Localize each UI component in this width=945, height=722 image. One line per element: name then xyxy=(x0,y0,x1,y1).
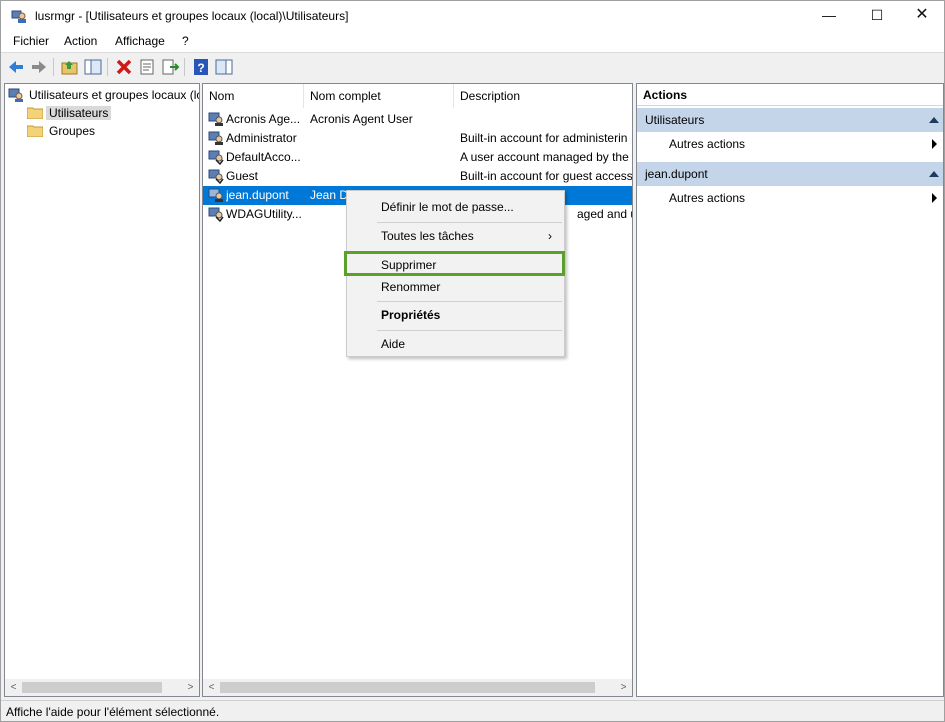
status-bar: Affiche l'aide pour l'élément sélectionn… xyxy=(1,700,944,721)
user-account-icon xyxy=(208,112,223,126)
action-group-label: Utilisateurs xyxy=(645,113,705,127)
user-account-icon xyxy=(208,188,223,202)
cell-name: Administrator xyxy=(226,131,297,145)
cell-description: aged and us xyxy=(577,207,632,221)
toolbar: ? xyxy=(1,52,944,81)
menu-separator xyxy=(377,222,562,223)
cell-name: DefaultAcco... xyxy=(226,150,301,164)
table-row[interactable]: Acronis Age... Acronis Agent User xyxy=(203,110,632,129)
svg-text:?: ? xyxy=(197,61,204,75)
users-app-icon xyxy=(11,10,26,23)
action-group-jean-dupont[interactable]: jean.dupont xyxy=(637,162,943,186)
title-bar: lusrmgr - [Utilisateurs et groupes locau… xyxy=(1,1,944,31)
cell-description: Built-in account for administerin xyxy=(460,131,628,145)
collapse-icon[interactable] xyxy=(929,117,939,123)
column-nom[interactable]: Nom xyxy=(203,84,304,108)
submenu-arrow-icon xyxy=(932,139,937,149)
tree-item-groupes[interactable]: Groupes xyxy=(27,122,117,140)
scroll-thumb[interactable] xyxy=(220,682,595,693)
menu-fichier[interactable]: Fichier xyxy=(13,34,49,48)
menu-item-all-tasks[interactable]: Toutes les tâches › xyxy=(347,225,564,247)
action-group-utilisateurs[interactable]: Utilisateurs xyxy=(637,108,943,132)
action-group-label: jean.dupont xyxy=(645,167,708,181)
tree-item-utilisateurs[interactable]: Utilisateurs xyxy=(27,104,117,122)
actions-pane: Actions Utilisateurs Autres actions jean… xyxy=(636,83,944,697)
scroll-thumb[interactable] xyxy=(22,682,162,693)
delete-icon[interactable] xyxy=(114,57,134,77)
mmc-window: lusrmgr - [Utilisateurs et groupes locau… xyxy=(0,0,945,722)
cell-fullname: Acronis Agent User xyxy=(310,112,413,126)
scroll-left-icon[interactable]: < xyxy=(5,679,22,696)
scroll-left-icon[interactable]: < xyxy=(203,679,220,696)
window-title: lusrmgr - [Utilisateurs et groupes locau… xyxy=(35,9,349,23)
computer-users-icon xyxy=(8,88,23,102)
status-text: Affiche l'aide pour l'élément sélectionn… xyxy=(6,705,220,719)
forward-icon[interactable] xyxy=(29,57,49,77)
export-list-icon[interactable] xyxy=(160,57,180,77)
tree-horizontal-scrollbar[interactable]: < > xyxy=(5,679,199,696)
menu-separator xyxy=(377,301,562,302)
minimize-button[interactable]: — xyxy=(806,1,852,31)
tree-item-label: Groupes xyxy=(49,124,96,138)
tree-root[interactable]: Utilisateurs et groupes locaux (lo xyxy=(8,86,199,104)
submenu-arrow-icon xyxy=(932,193,937,203)
table-row[interactable]: Administrator Built-in account for admin… xyxy=(203,129,632,148)
toolbar-separator xyxy=(107,58,108,76)
menu-item-help[interactable]: Aide xyxy=(347,333,564,355)
collapse-icon[interactable] xyxy=(929,171,939,177)
scroll-right-icon[interactable]: > xyxy=(615,679,632,696)
cell-name: WDAGUtility... xyxy=(226,207,302,221)
toolbar-separator xyxy=(184,58,185,76)
disabled-user-icon xyxy=(208,150,224,165)
close-button[interactable]: ✕ xyxy=(899,1,945,31)
menu-item-set-password[interactable]: Définir le mot de passe... xyxy=(347,196,564,218)
submenu-chevron-icon: › xyxy=(548,229,552,243)
show-hide-tree-icon[interactable] xyxy=(83,57,103,77)
action-autres-actions[interactable]: Autres actions xyxy=(637,187,943,209)
up-folder-icon[interactable] xyxy=(60,57,80,77)
cell-name: Acronis Age... xyxy=(226,112,301,126)
menu-item-rename[interactable]: Renommer xyxy=(347,276,564,298)
back-icon[interactable] xyxy=(6,57,26,77)
scroll-right-icon[interactable]: > xyxy=(182,679,199,696)
column-description[interactable]: Description xyxy=(454,84,632,108)
cell-description: A user account managed by the xyxy=(460,150,629,164)
actions-title: Actions xyxy=(637,84,943,106)
folder-icon xyxy=(27,107,43,119)
disabled-user-icon xyxy=(208,207,224,222)
column-nom-complet[interactable]: Nom complet xyxy=(304,84,454,108)
action-pane-toggle-icon[interactable] xyxy=(214,57,234,77)
disabled-user-icon xyxy=(208,169,224,184)
menu-help[interactable]: ? xyxy=(182,34,189,48)
menu-affichage[interactable]: Affichage xyxy=(115,34,165,48)
menu-separator xyxy=(377,330,562,331)
action-item-label: Autres actions xyxy=(669,137,746,151)
properties-icon[interactable] xyxy=(137,57,157,77)
menu-action[interactable]: Action xyxy=(64,34,97,48)
toolbar-separator xyxy=(53,58,54,76)
console-tree: Utilisateurs et groupes locaux (lo Utili… xyxy=(4,83,200,697)
list-horizontal-scrollbar[interactable]: < > xyxy=(203,679,632,696)
delete-highlight-box xyxy=(344,251,565,276)
folder-icon xyxy=(27,125,43,137)
menu-bar: Fichier Action Affichage ? xyxy=(1,31,944,52)
help-icon[interactable]: ? xyxy=(191,57,211,77)
user-list: Nom Nom complet Description Acronis Age.… xyxy=(202,83,633,697)
menu-item-label: Toutes les tâches xyxy=(381,229,474,243)
cell-name: jean.dupont xyxy=(226,188,289,202)
tree-item-label: Utilisateurs xyxy=(46,106,112,120)
tree-root-label: Utilisateurs et groupes locaux (lo xyxy=(29,88,199,102)
table-row[interactable]: DefaultAcco... A user account managed by… xyxy=(203,148,632,167)
action-autres-actions[interactable]: Autres actions xyxy=(637,133,943,155)
user-account-icon xyxy=(208,131,223,145)
cell-description: Built-in account for guest access xyxy=(460,169,632,183)
cell-name: Guest xyxy=(226,169,259,183)
menu-item-properties[interactable]: Propriétés xyxy=(347,304,564,326)
action-item-label: Autres actions xyxy=(669,191,746,205)
maximize-button[interactable]: ☐ xyxy=(854,1,900,31)
list-header: Nom Nom complet Description xyxy=(203,84,632,108)
table-row[interactable]: Guest Built-in account for guest access xyxy=(203,167,632,186)
